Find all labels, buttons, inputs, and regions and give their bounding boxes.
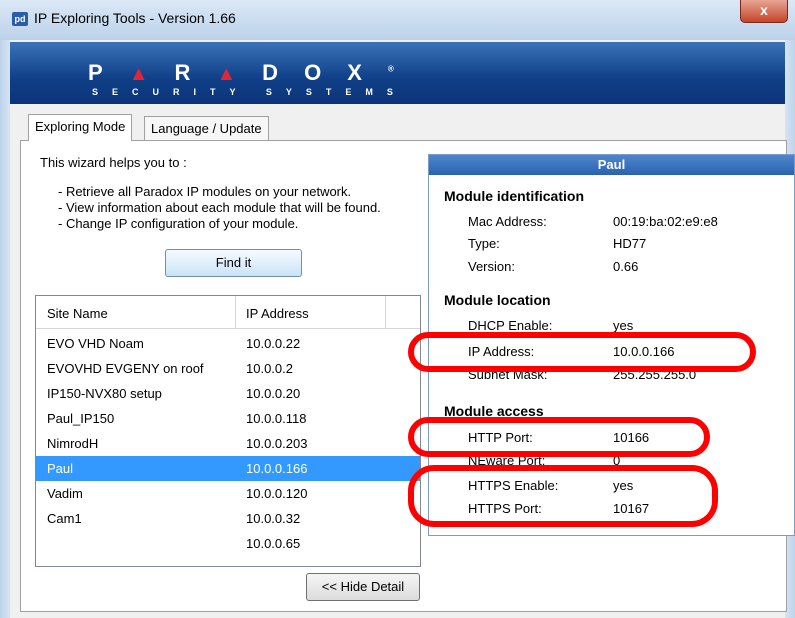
field-label: DHCP Enable: [468, 318, 553, 333]
highlight-https-settings [408, 465, 718, 527]
brand-letter: R [174, 60, 217, 85]
find-it-button[interactable]: Find it [165, 249, 302, 277]
table-row[interactable]: 10.0.0.65 [36, 531, 420, 556]
ip-address-cell: 10.0.0.65 [246, 536, 301, 551]
tab-exploring-mode[interactable]: Exploring Mode [28, 114, 133, 141]
site-list[interactable]: Site Name IP Address EVO VHD Noam 10.0.0… [35, 295, 421, 567]
detail-title: Paul [429, 155, 794, 175]
table-row[interactable]: EVO VHD Noam 10.0.0.22 [36, 331, 420, 356]
field-value-mac-address: 00:19:ba:02:e9:e8 [613, 214, 718, 229]
brand-tagline: SECURITY SYSTEMS [92, 87, 407, 97]
ip-address-cell: 10.0.0.2 [246, 361, 293, 376]
column-divider[interactable] [385, 296, 386, 328]
app-icon: pd [12, 12, 28, 26]
table-row[interactable]: NimrodH 10.0.0.203 [36, 431, 420, 456]
table-row[interactable]: Paul_IP150 10.0.0.118 [36, 406, 420, 431]
field-value-dhcp-enable: yes [613, 318, 634, 333]
table-row[interactable]: Vadim 10.0.0.120 [36, 481, 420, 506]
brand-triangle: ▲ [216, 63, 263, 85]
brand-triangle: ▲ [128, 63, 175, 85]
site-name-cell: IP150-NVX80 setup [47, 386, 162, 401]
list-header: Site Name IP Address [36, 296, 420, 329]
site-name-cell: Vadim [47, 486, 83, 501]
column-divider[interactable] [235, 296, 236, 328]
section-module-identification: Module identification [444, 188, 584, 204]
wizard-intro: This wizard helps you to : [40, 155, 187, 170]
brand-logo: P▲R▲DOX® [88, 60, 394, 86]
window-title: IP Exploring Tools - Version 1.66 [34, 10, 236, 26]
highlight-http-port [408, 417, 710, 457]
field-label: Version: [468, 259, 515, 274]
brand-letter: D [262, 60, 305, 85]
window-border-left [0, 40, 10, 618]
ip-address-cell: 10.0.0.203 [246, 436, 308, 451]
site-name-cell: NimrodH [47, 436, 99, 451]
title-bar[interactable]: pd IP Exploring Tools - Version 1.66 x [0, 0, 795, 40]
field-label: Mac Address: [468, 214, 547, 229]
ip-address-cell: 10.0.0.22 [246, 336, 301, 351]
site-name-cell: Paul [47, 461, 74, 476]
table-row[interactable]: EVOVHD EVGENY on roof 10.0.0.2 [36, 356, 420, 381]
registered-mark: ® [387, 64, 394, 74]
site-name-cell: Paul_IP150 [47, 411, 115, 426]
field-value-version: 0.66 [613, 259, 639, 274]
table-row-selected[interactable]: Paul 10.0.0.166 [36, 456, 420, 481]
wizard-bullet: - View information about each module tha… [58, 200, 381, 215]
site-name-cell: Cam1 [47, 511, 82, 526]
brand-letter: O [304, 60, 348, 85]
close-button[interactable]: x [740, 0, 788, 23]
wizard-bullet: - Change IP configuration of your module… [58, 216, 299, 231]
ip-address-cell: 10.0.0.166 [246, 461, 308, 476]
table-row[interactable]: IP150-NVX80 setup 10.0.0.20 [36, 381, 420, 406]
section-module-location: Module location [444, 292, 551, 308]
field-value-type: HD77 [613, 236, 647, 251]
brand-letter: P [88, 60, 129, 85]
highlight-ip-address [408, 332, 756, 372]
ip-address-cell: 10.0.0.120 [246, 486, 308, 501]
field-label: Type: [468, 236, 500, 251]
wizard-bullet: - Retrieve all Paradox IP modules on you… [58, 184, 352, 199]
table-row[interactable]: Cam1 10.0.0.32 [36, 506, 420, 531]
ip-address-cell: 10.0.0.32 [246, 511, 301, 526]
brand-letter: X [347, 60, 388, 85]
site-name-cell: EVO VHD Noam [47, 336, 144, 351]
ip-address-cell: 10.0.0.118 [246, 411, 307, 426]
ip-address-cell: 10.0.0.20 [246, 386, 301, 401]
hide-detail-button[interactable]: << Hide Detail [306, 573, 420, 601]
column-header-ip-address[interactable]: IP Address [246, 306, 309, 321]
site-name-cell: EVOVHD EVGENY on roof [47, 361, 204, 376]
column-header-site-name[interactable]: Site Name [47, 306, 108, 321]
tab-language-update[interactable]: Language / Update [144, 116, 269, 141]
